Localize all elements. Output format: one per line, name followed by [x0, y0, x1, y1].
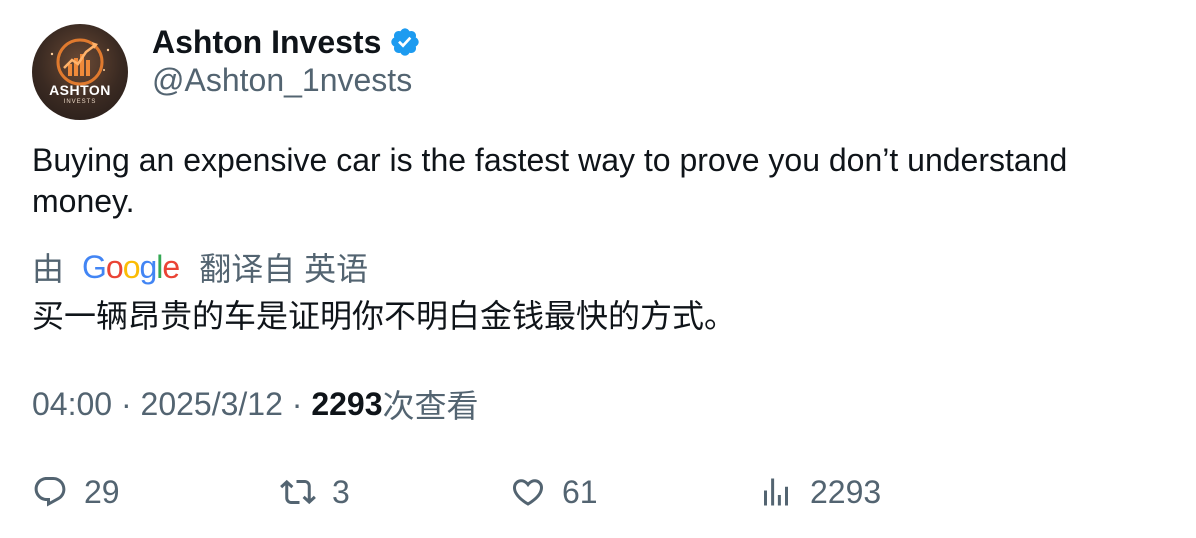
tweet-meta: 04:00 · 2025/3/12 · 2293 次查看: [32, 383, 479, 425]
like-count: 61: [562, 473, 598, 510]
tweet-text: Buying an expensive car is the fastest w…: [32, 142, 1068, 219]
reply-count: 29: [84, 473, 120, 510]
avatar-logo-icon: [50, 38, 110, 86]
avatar[interactable]: ASHTON INVESTS: [32, 24, 128, 120]
reply-icon: [34, 477, 66, 507]
reply-button[interactable]: 29: [32, 470, 120, 514]
avatar-subtitle: INVESTS: [63, 99, 97, 105]
views-label: 次查看: [382, 388, 479, 424]
avatar-title: ASHTON: [49, 82, 111, 98]
retweet-button[interactable]: 3: [280, 470, 350, 514]
views-count: 2293: [311, 385, 383, 422]
tweet-time[interactable]: 04:00: [32, 386, 112, 423]
google-logo[interactable]: Google: [82, 249, 180, 286]
tweet-date[interactable]: 2025/3/12: [141, 386, 283, 423]
user-handle[interactable]: @Ashton_1nvests: [152, 62, 412, 99]
analytics-icon: [764, 478, 788, 506]
translation-attribution: 由 Google 翻译自 英语: [32, 246, 368, 288]
heart-icon: [512, 479, 544, 506]
translation-source-language: 翻译自 英语: [199, 251, 369, 287]
like-button[interactable]: 61: [510, 470, 598, 514]
views-button[interactable]: 2293: [758, 470, 881, 514]
verified-badge-icon[interactable]: [389, 26, 421, 58]
translated-text: 买一辆昂贵的车是证明你不明白金钱最快的方式。: [32, 298, 737, 334]
author-name-row: Ashton Invests: [152, 22, 421, 62]
retweet-count: 3: [332, 473, 350, 510]
meta-separator: ·: [112, 385, 141, 422]
retweet-icon: [280, 479, 316, 505]
meta-separator: ·: [282, 385, 312, 422]
views-action-count: 2293: [810, 473, 882, 510]
translation-prefix: 由: [32, 251, 65, 287]
display-name[interactable]: Ashton Invests: [152, 24, 381, 61]
